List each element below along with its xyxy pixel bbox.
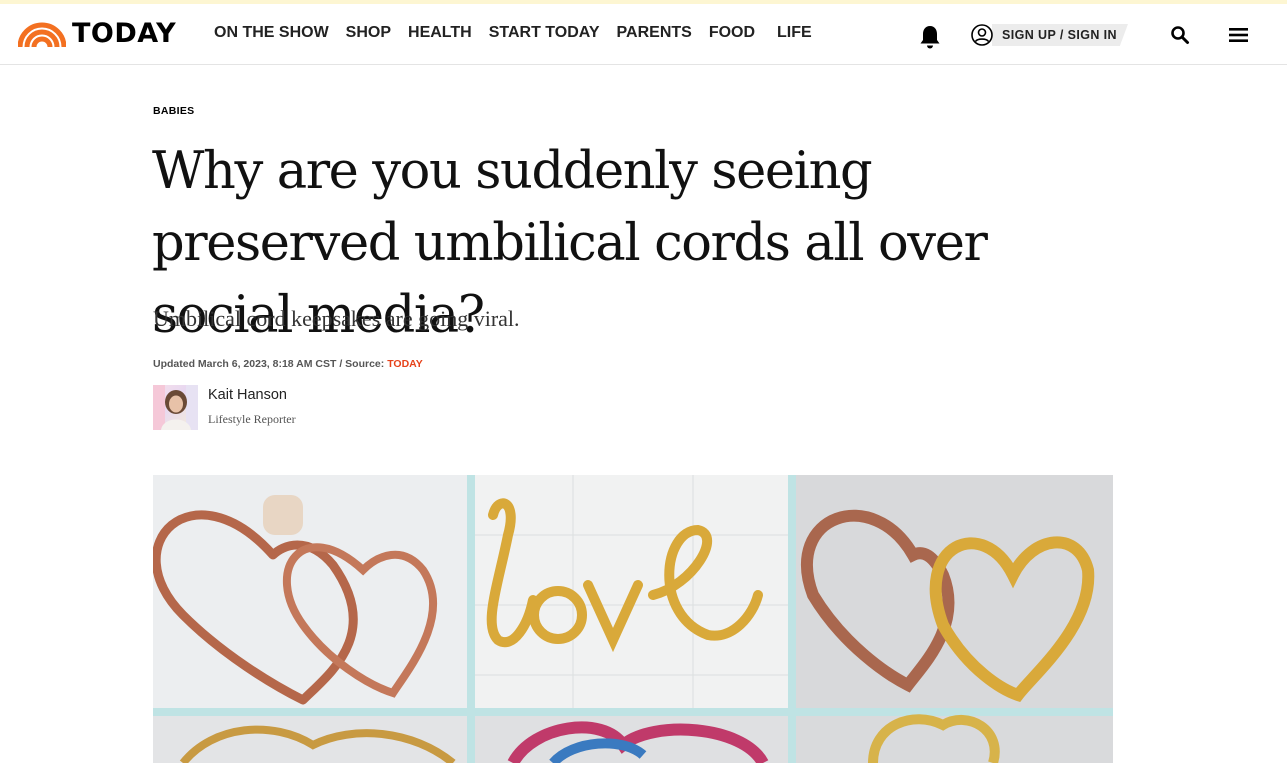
author-role: Lifestyle Reporter <box>208 412 296 426</box>
user-circle-icon <box>971 24 993 46</box>
article-dek: Umbilical cord keepsakes are going viral… <box>153 306 520 331</box>
nav-item-parents[interactable]: PARENTS <box>617 22 692 44</box>
nav-item-life[interactable]: LIFE <box>777 22 812 44</box>
hero-image <box>153 475 1113 763</box>
hamburger-menu-icon[interactable] <box>1229 27 1249 43</box>
nav-item-food[interactable]: FOOD <box>709 22 755 44</box>
bell-icon[interactable] <box>918 24 942 50</box>
nav-item-start-today[interactable]: START TODAY <box>489 22 600 44</box>
source-link[interactable]: TODAY <box>387 358 423 370</box>
nav-item-health[interactable]: HEALTH <box>408 22 472 44</box>
main-nav: ON THE SHOW SHOP HEALTH START TODAY PARE… <box>214 22 829 44</box>
site-header: TODAY ON THE SHOW SHOP HEALTH START TODA… <box>0 4 1287 65</box>
logo-wordmark: TODAY <box>72 18 177 49</box>
search-icon[interactable] <box>1170 25 1190 45</box>
nav-item-on-the-show[interactable]: ON THE SHOW <box>214 22 329 44</box>
sign-up-sign-in-button[interactable]: SIGN UP / SIGN IN <box>970 22 1128 48</box>
sign-up-label: SIGN UP / SIGN IN <box>1002 28 1117 42</box>
today-logo[interactable]: TODAY <box>18 20 176 48</box>
author-avatar[interactable] <box>153 385 198 430</box>
rainbow-logo-icon <box>18 22 66 47</box>
section-eyebrow[interactable]: BABIES <box>153 105 194 117</box>
updated-text: Updated March 6, 2023, 8:18 AM CST / Sou… <box>153 358 388 370</box>
nav-item-shop[interactable]: SHOP <box>346 22 391 44</box>
article-timestamp: Updated March 6, 2023, 8:18 AM CST / Sou… <box>153 358 423 370</box>
author-name[interactable]: Kait Hanson <box>208 387 287 403</box>
